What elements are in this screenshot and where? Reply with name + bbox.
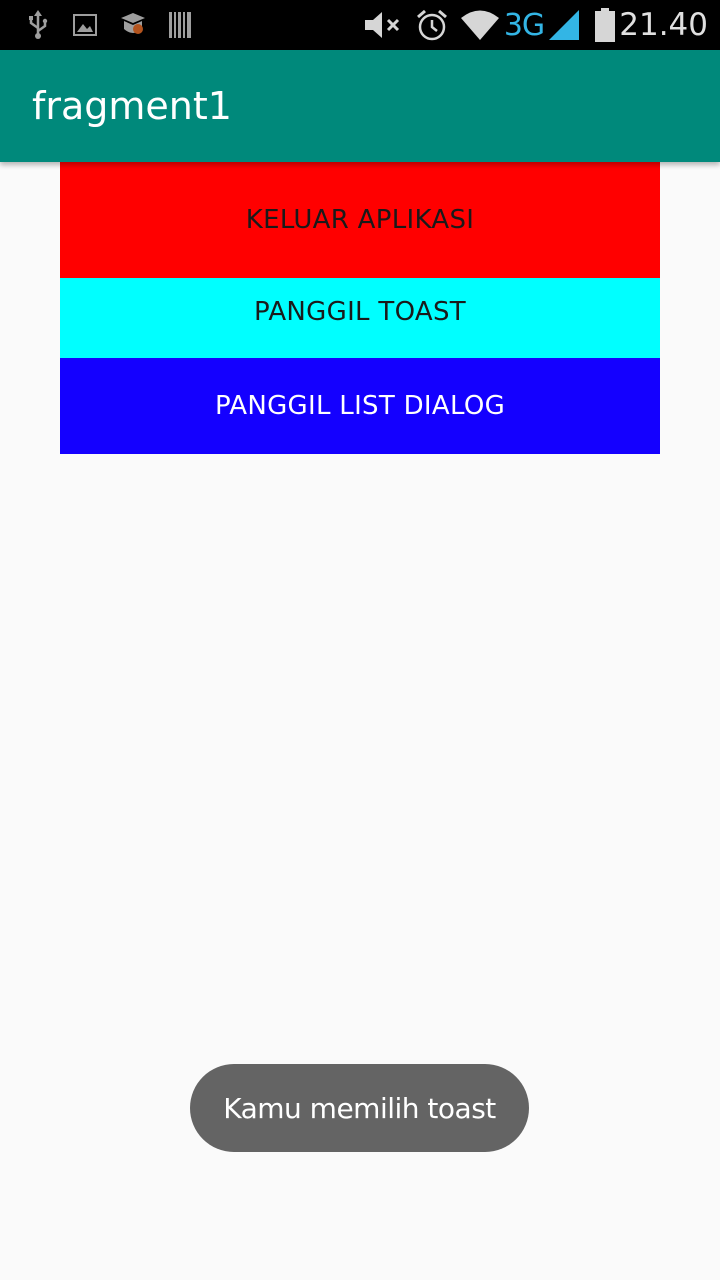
panggil-toast-label: PANGGIL TOAST [254,297,466,327]
keluar-aplikasi-button[interactable]: KELUAR APLIKASI [60,162,660,278]
mute-icon [362,0,404,50]
app-title: fragment1 [32,84,232,128]
usb-icon [24,0,52,50]
alarm-icon [414,0,450,50]
status-time: 21.40 [619,7,708,43]
toast-message: Kamu memilih toast [190,1064,529,1152]
panggil-toast-button[interactable]: PANGGIL TOAST [60,278,660,358]
wifi-icon [458,0,502,50]
panggil-list-dialog-label: PANGGIL LIST DIALOG [214,391,506,421]
image-icon [72,0,98,50]
keluar-aplikasi-label: KELUAR APLIKASI [245,205,475,235]
app-badge-icon [118,0,148,50]
toast-text: Kamu memilih toast [223,1091,496,1125]
barcode-icon [168,0,192,50]
panggil-list-dialog-button[interactable]: PANGGIL LIST DIALOG [60,358,660,454]
signal-icon [546,0,580,50]
app-bar: fragment1 [0,50,720,162]
status-bar: 3G 21.40 [0,0,720,50]
battery-icon [594,0,616,50]
network-type-label: 3G [503,7,545,43]
